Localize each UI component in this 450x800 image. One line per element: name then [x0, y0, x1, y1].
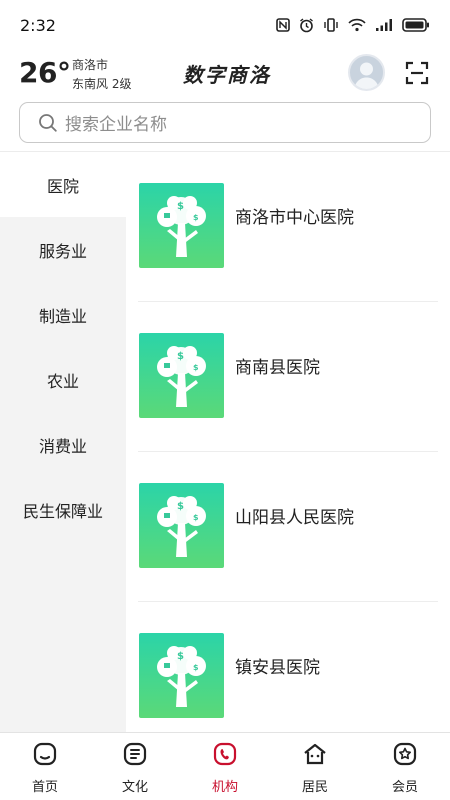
weather-temperature: 26°	[19, 56, 71, 89]
category-label: 民生保障业	[22, 501, 103, 521]
app-title: 数字商洛	[183, 63, 271, 87]
svg-text:$: $	[177, 651, 184, 662]
tree-logo-icon: $$	[139, 483, 224, 568]
org-thumbnail: $ $	[139, 633, 224, 718]
search-input[interactable]: 搜索企业名称	[19, 102, 431, 143]
vibrate-icon	[324, 18, 338, 32]
org-thumbnail: $ $	[139, 483, 224, 568]
avatar[interactable]	[348, 54, 385, 91]
search-placeholder: 搜索企业名称	[65, 115, 167, 135]
status-time: 2:32	[20, 15, 56, 35]
list-item[interactable]: $ $ 商洛市中心医院	[138, 152, 438, 302]
tree-logo-icon: $$	[139, 183, 224, 268]
category-item-agriculture[interactable]: 农业	[0, 347, 126, 412]
category-item-livelihood[interactable]: 民生保障业	[0, 477, 126, 542]
battery-icon	[402, 18, 429, 32]
list-item[interactable]: $ $ 商南县医院	[138, 302, 438, 452]
svg-text:$: $	[193, 513, 199, 522]
list-item[interactable]: $ $ 镇安县医院	[138, 602, 438, 732]
org-thumbnail: $ $	[139, 183, 224, 268]
category-item-hospital[interactable]: 医院	[0, 152, 126, 217]
nav-label: 机构	[211, 780, 238, 795]
category-label: 农业	[46, 371, 79, 391]
org-name: 商南县医院	[235, 358, 320, 378]
category-sidebar: 医院 服务业 制造业 农业 消费业 民生保障业	[0, 152, 126, 732]
user-avatar-icon	[354, 62, 379, 89]
list-item[interactable]: $ $ 山阳县人民医院	[138, 452, 438, 602]
org-name: 商洛市中心医院	[235, 208, 354, 228]
nav-item-member[interactable]: 会员	[360, 733, 450, 800]
category-label: 医院	[46, 176, 79, 196]
scan-icon	[405, 61, 429, 85]
svg-text:$: $	[193, 663, 199, 672]
category-label: 制造业	[38, 306, 87, 326]
resident-icon	[304, 743, 326, 765]
scan-button[interactable]	[404, 60, 430, 86]
nav-item-institution[interactable]: 机构	[180, 733, 270, 800]
category-item-manufacturing[interactable]: 制造业	[0, 282, 126, 347]
home-icon	[33, 742, 57, 766]
svg-text:$: $	[193, 363, 199, 372]
alarm-icon	[300, 17, 313, 32]
nav-label: 居民	[301, 780, 328, 795]
header: 26° 商洛市 东南风 2级 数字商洛	[0, 50, 450, 98]
signal-icon	[376, 19, 392, 31]
status-bar: 2:32	[0, 0, 450, 50]
nav-label: 文化	[121, 780, 148, 795]
nav-item-resident[interactable]: 居民	[270, 733, 360, 800]
nav-item-culture[interactable]: 文化	[90, 733, 180, 800]
status-icons	[276, 17, 430, 33]
institution-icon	[213, 742, 237, 766]
bottom-nav: 首页 文化 机构 居民 会员	[0, 732, 450, 800]
category-label: 消费业	[38, 436, 87, 456]
nav-item-home[interactable]: 首页	[0, 733, 90, 800]
svg-text:$: $	[193, 213, 199, 222]
category-item-service[interactable]: 服务业	[0, 217, 126, 282]
nfc-icon	[276, 18, 290, 32]
culture-icon	[123, 742, 147, 766]
nav-label: 会员	[391, 780, 418, 795]
svg-text:$: $	[177, 501, 184, 512]
nav-label: 首页	[31, 780, 58, 795]
tree-logo-icon: $$	[139, 333, 224, 418]
org-name: 山阳县人民医院	[235, 508, 354, 528]
org-thumbnail: $ $	[139, 333, 224, 418]
weather-city: 商洛市	[72, 58, 109, 72]
category-item-consumer[interactable]: 消费业	[0, 412, 126, 477]
organization-list: $ $ 商洛市中心医院 $ $ 商南县医院 $ $ 山阳县人民医院 $ $ 镇安县医院	[138, 152, 438, 732]
wifi-icon	[348, 18, 366, 32]
member-icon	[393, 742, 417, 766]
weather-wind: 东南风 2级	[72, 77, 132, 91]
search-icon	[39, 113, 57, 132]
org-name: 镇安县医院	[235, 658, 320, 678]
svg-text:$: $	[177, 351, 184, 362]
category-label: 服务业	[38, 241, 87, 261]
tree-logo-icon: $$	[139, 633, 224, 718]
svg-text:$: $	[177, 201, 184, 212]
